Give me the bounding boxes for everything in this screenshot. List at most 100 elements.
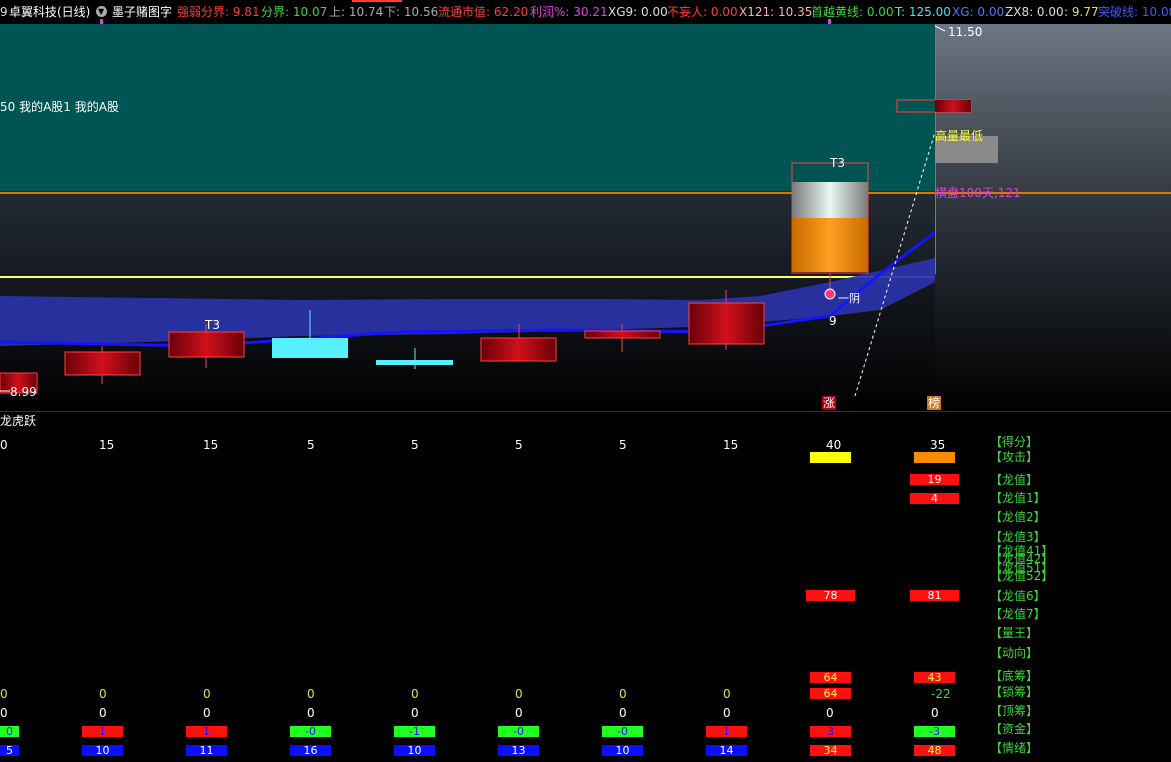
chart-right-margin [935, 24, 1171, 411]
score-cell: 5 [307, 438, 315, 452]
header-item-10: T: 125.00 [895, 5, 951, 19]
zhang-badge: 涨 [822, 396, 837, 410]
header-item-1: 分界: 10.07 [261, 5, 328, 19]
dingchou-cell: 0 [0, 706, 8, 720]
top-accent-bar [352, 0, 402, 2]
dichou-cell: 43 [914, 672, 955, 683]
dingchou-cell: 0 [307, 706, 315, 720]
zijin-cell: 3 [810, 726, 851, 737]
label-zijin: 【资金】 [990, 722, 1039, 736]
suochou-cell: 0 [619, 687, 627, 701]
zijin-cell: -0 [290, 726, 331, 737]
signal-dot-icon [824, 288, 836, 300]
candle-5 [480, 337, 557, 362]
suochou-cell: 0 [723, 687, 731, 701]
indicator-panel[interactable]: 龙虎跃 0 15 15 5 5 5 5 15 40 35 19 4 78 81 … [0, 411, 1171, 762]
header-item-13: : 9.77 [1064, 5, 1099, 19]
teal-band [0, 24, 935, 191]
label-longzhi6: 【龙值6】 [990, 589, 1046, 603]
candle-1 [64, 351, 141, 376]
dichou-cell: 64 [810, 672, 851, 683]
attack-bar [810, 452, 851, 463]
label-longzhi2: 【龙值2】 [990, 510, 1046, 524]
zijin-cell: -0 [602, 726, 643, 737]
qingxu-cell: 13 [498, 745, 539, 756]
score-cell: 0 [0, 438, 8, 452]
header-item-11: XG: 0.00 [952, 5, 1005, 19]
suochou-cell: 0 [515, 687, 523, 701]
attack-bar [914, 452, 955, 463]
header-item-6: XG9: 0.00 [608, 5, 668, 19]
qingxu-cell: 11 [186, 745, 227, 756]
right-price-marker-fill [935, 100, 971, 112]
header-item-12: ZX8: 0.00 [1005, 5, 1064, 19]
candle-3 [272, 338, 348, 358]
header-item-14: 突破线: 10.00 [1098, 5, 1171, 19]
zijin-cell: -3 [914, 726, 955, 737]
stock-title[interactable]: 卓翼科技(日线) [9, 5, 90, 19]
price-high-label: 11.50 [948, 25, 983, 39]
qingxu-cell: 10 [602, 745, 643, 756]
longzhi-cell: 19 [910, 474, 959, 485]
dingchou-cell: 0 [203, 706, 211, 720]
stock-group-label: 50 我的A股1 我的A股 [0, 100, 119, 114]
chevron-down-icon: ▼ [98, 7, 105, 16]
dingchou-cell: 0 [515, 706, 523, 720]
dingchou-cell: 0 [99, 706, 107, 720]
t3-label-1: T3 [205, 318, 220, 332]
label-longzhi52: 【龙值52】 [990, 569, 1054, 583]
suochou-cell: 64 [810, 688, 851, 699]
bang-badge: 榜 [927, 396, 942, 410]
score-cell: 35 [930, 438, 946, 452]
longzhi1-cell: 4 [910, 493, 959, 504]
suochou-cell: -22 [931, 687, 951, 701]
zijin-cell: -1 [394, 726, 435, 737]
zijin-cell: -0 [498, 726, 539, 737]
indicator-name[interactable]: 墨子赌图字 [112, 5, 172, 19]
score-cell: 5 [619, 438, 627, 452]
label-dingchou: 【顶筹】 [990, 704, 1039, 718]
symbol-prefix: 9 [0, 5, 8, 19]
label-dongxiang: 【动向】 [990, 646, 1039, 660]
zijin-cell: 1 [186, 726, 227, 737]
dingchou-cell: 0 [723, 706, 731, 720]
qingxu-cell: 10 [82, 745, 123, 756]
label-longzhi: 【龙值】 [990, 473, 1039, 487]
label-longzhi7: 【龙值7】 [990, 607, 1046, 621]
t3-box-top [792, 182, 868, 218]
suochou-cell: 0 [99, 687, 107, 701]
suochou-cell: 0 [411, 687, 419, 701]
dingchou-cell: 0 [411, 706, 419, 720]
qingxu-cell: 10 [394, 745, 435, 756]
label-qingxu: 【情绪】 [990, 741, 1039, 755]
longzhi6-cell: 81 [910, 590, 959, 601]
header-item-8: X121: 10.35 [739, 5, 813, 19]
header-item-4: 流通市值: 62.20 [438, 5, 529, 19]
dingchou-cell: 0 [931, 706, 939, 720]
candle-7 [688, 302, 765, 345]
indicator-panel-title: 龙虎跃 [0, 414, 37, 428]
qingxu-cell: 5 [0, 745, 19, 756]
qingxu-cell: 34 [810, 745, 851, 756]
qingxu-cell: 14 [706, 745, 747, 756]
dingchou-cell: 0 [826, 706, 834, 720]
price-low-label: 8.99 [10, 385, 37, 399]
suochou-cell: 0 [0, 687, 8, 701]
candle-2 [168, 331, 245, 358]
zijin-cell: 0 [0, 726, 19, 737]
t3-label-2: T3 [830, 156, 845, 170]
label-defen: 【得分】 [990, 435, 1039, 449]
high-vol-low-label: 高量最低 [935, 129, 984, 143]
label-gongji: 【攻击】 [990, 450, 1039, 464]
score-cell: 5 [515, 438, 523, 452]
longzhi6-cell: 78 [806, 590, 855, 601]
score-cell: 5 [411, 438, 419, 452]
header-item-5: 利润%: 30.21 [530, 5, 608, 19]
label-dichou: 【底筹】 [990, 669, 1039, 683]
candle-4 [376, 360, 453, 365]
label-longzhi1: 【龙值1】 [990, 491, 1046, 505]
qingxu-cell: 48 [914, 745, 955, 756]
yi-yin-label: 一阴 [838, 292, 860, 305]
main-price-chart[interactable]: 11.50 8.99 50 我的A股1 我的A股 T3 T3 高量最低 横盘10… [0, 24, 1171, 411]
label-liangwang: 【量王】 [990, 626, 1039, 640]
